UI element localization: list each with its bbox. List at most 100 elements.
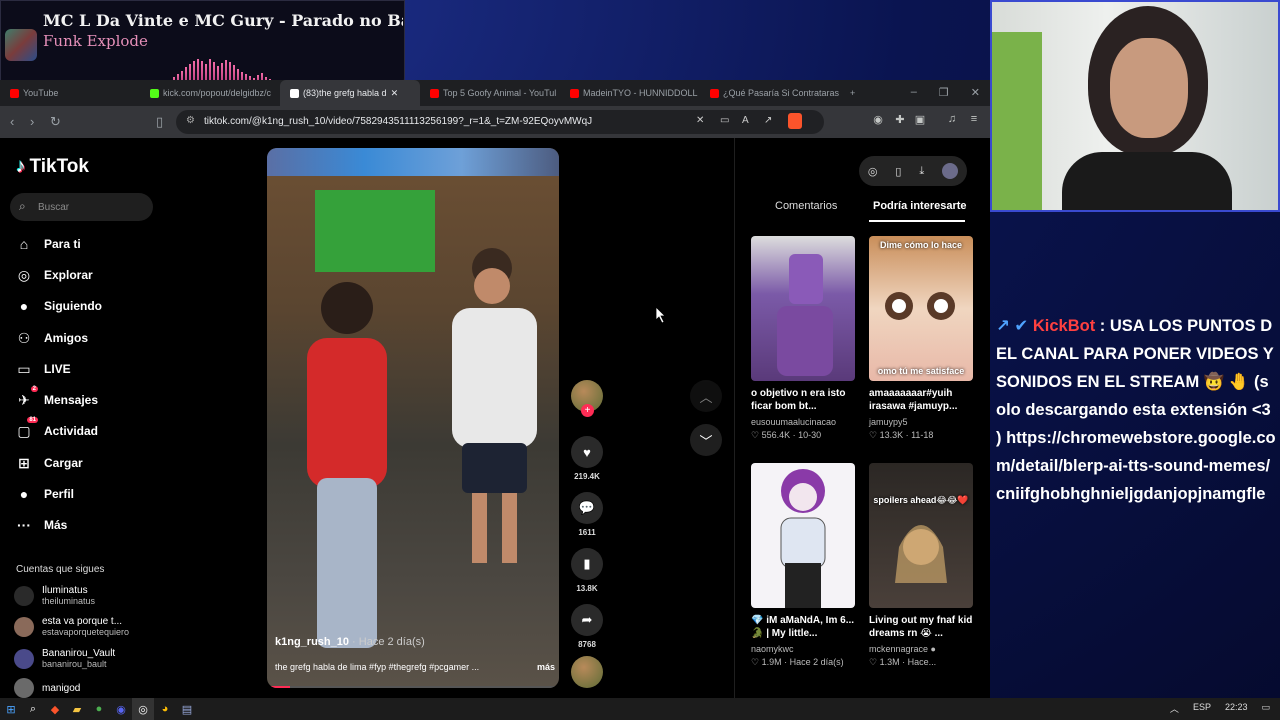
caption-more-link[interactable]: más (537, 662, 555, 672)
download-icon[interactable]: ⤓ (919, 165, 924, 178)
video-thumbnail[interactable]: Dime cómo lo hace omo tú me satisface (869, 236, 973, 381)
video-scene-roof (267, 148, 559, 176)
following-account[interactable]: manigod (14, 678, 80, 698)
suggested-video-card[interactable]: 💎 iM aMaNdA, Im 6... 🐊 | My little... na… (751, 463, 855, 668)
comment-icon[interactable]: 💬 (571, 492, 603, 524)
sidebar-item[interactable]: ⌂ Para ti (16, 234, 81, 254)
video-player[interactable]: k1ng_rush_10 · Hace 2 día(s) the grefg h… (267, 148, 559, 688)
follow-plus-icon[interactable]: + (581, 404, 594, 417)
close-window-icon[interactable]: ✕ (971, 86, 980, 99)
browser-tab[interactable]: MadeinTYO - HUNNIDDOLL (560, 80, 700, 106)
video-actions-bar: ◎ ▯ ⤓ (859, 156, 967, 186)
tiktok-logo[interactable]: ♪ TikTok (16, 156, 89, 178)
browser-tab[interactable]: YouTube (0, 80, 140, 106)
chrome-icon[interactable]: ◕ (154, 698, 176, 720)
sidebar-item[interactable]: ▭ LIVE (16, 359, 70, 379)
card-user[interactable]: jamuypy5 (869, 417, 973, 427)
bookmark-icon[interactable]: ▮ (571, 548, 603, 580)
address-bar[interactable]: ⚙ tiktok.com/@k1ng_rush_10/video/7582943… (176, 110, 824, 134)
sidebar-icon[interactable]: ▣ (912, 113, 928, 129)
sidebar-item[interactable]: ✈ 2 Mensajes (16, 385, 98, 410)
thumbnail-overlay-text: omo tú me satisface (877, 366, 965, 376)
tab-suggested[interactable]: Podría interesarte (873, 200, 967, 212)
sidebar-item[interactable]: ◎ Explorar (16, 265, 93, 285)
forward-icon[interactable]: › (30, 114, 34, 129)
suggested-video-card[interactable]: spoilers ahead😂😂❤️ Living out my fnaf ki… (869, 463, 973, 668)
card-user[interactable]: eusouumaalucinacao (751, 417, 855, 427)
app-icon-green[interactable]: ● (88, 698, 110, 720)
minimize-icon[interactable]: – (911, 86, 917, 99)
video-thumbnail[interactable]: spoilers ahead😂😂❤️ (869, 463, 973, 608)
sidebar-item[interactable]: ⊞ Cargar (16, 453, 83, 473)
video-thumbnail[interactable] (751, 236, 855, 381)
suggested-video-card[interactable]: o objetivo n era isto ficar bom bt... eu… (751, 236, 855, 441)
track-artist: Funk Explode (43, 32, 148, 50)
following-account[interactable]: Iluminatus theiluminatus (14, 585, 95, 606)
share-action[interactable]: ➦ 8768 (570, 604, 604, 649)
windows-start-icon[interactable]: ⊞ (0, 698, 22, 720)
menu-icon[interactable]: ≡ (966, 113, 982, 129)
notepad-icon[interactable]: ▤ (176, 698, 198, 720)
tiktok-icon (290, 88, 299, 98)
sidebar-item[interactable]: ⚇ Amigos (16, 328, 88, 348)
save-action[interactable]: ▮ 13.8K (570, 548, 604, 593)
browser-tab-active[interactable]: (83)the grefg habla d ✕ (280, 80, 420, 106)
tab-comments[interactable]: Comentarios (775, 200, 837, 212)
account-text: manigod (42, 683, 80, 694)
suggested-video-card[interactable]: Dime cómo lo hace omo tú me satisface am… (869, 236, 973, 441)
card-user[interactable]: naomykwc (751, 644, 855, 654)
puzzle-icon[interactable]: ✚ (892, 113, 908, 129)
file-explorer-icon[interactable]: ▰ (66, 698, 88, 720)
search-input[interactable]: ⌕ Buscar (10, 193, 153, 221)
browser-tab[interactable]: kick.com/popout/delgidbz/c (140, 80, 280, 106)
browser-tab[interactable]: Top 5 Goofy Animal - YouTul (420, 80, 560, 106)
share-icon[interactable]: ↗ (764, 115, 772, 126)
site-info-icon[interactable]: ⚙ (186, 115, 195, 126)
sound-disc[interactable] (570, 656, 604, 688)
brave-shield-icon[interactable] (788, 113, 802, 129)
maximize-icon[interactable]: ❐ (939, 86, 949, 99)
bookmark-icon[interactable]: ▯ (156, 114, 163, 130)
extension-icon[interactable]: ◉ (870, 113, 886, 129)
browser-tab[interactable]: ¿Qué Pasaría Si Contrataras (700, 80, 840, 106)
media-icon[interactable]: ♫ (944, 113, 960, 129)
card-title: o objetivo n era isto ficar bom bt... (751, 388, 846, 412)
card-user[interactable]: mckennagrace ● (869, 644, 973, 654)
obs-icon[interactable]: ◎ (132, 698, 154, 720)
user-avatar[interactable] (942, 163, 959, 179)
tray-chevron-icon[interactable]: ︿ (1170, 702, 1179, 715)
translate-icon[interactable]: A (742, 115, 749, 126)
following-account[interactable]: Bananirou_Vault bananirou_bault (14, 648, 115, 669)
following-account[interactable]: esta va porque t... estavaporquetequiero (14, 616, 129, 637)
clock[interactable]: 22:23 (1225, 702, 1248, 715)
previous-video-button[interactable]: ︿ (690, 380, 722, 412)
sidebar-item[interactable]: ▢ 81 Actividad (16, 416, 98, 441)
share-arrow-icon[interactable]: ➦ (571, 604, 603, 636)
cast-icon[interactable]: ▭ (720, 115, 729, 126)
sidebar-item[interactable]: ● Perfil (16, 484, 74, 504)
back-icon[interactable]: ‹ (10, 114, 14, 129)
mute-icon[interactable]: ✕ (696, 115, 704, 126)
video-progress-bar[interactable] (267, 686, 559, 688)
heart-icon[interactable]: ♥ (571, 436, 603, 468)
video-author[interactable]: k1ng_rush_10 · Hace 2 día(s) (275, 636, 425, 648)
sidebar-item[interactable]: ● Siguiendo (16, 296, 102, 316)
sidebar-item[interactable]: ··· Más (16, 515, 67, 535)
account-text: Bananirou_Vault bananirou_bault (42, 648, 115, 669)
language-indicator[interactable]: ESP (1193, 702, 1211, 715)
comment-action[interactable]: 💬 1611 (570, 492, 604, 537)
video-thumbnail[interactable] (751, 463, 855, 608)
search-icon[interactable]: ⌕ (22, 698, 44, 720)
phone-icon[interactable]: ▯ (895, 165, 901, 178)
like-action[interactable]: ♥ 219.4K (570, 436, 604, 481)
creator-avatar[interactable]: + (570, 380, 604, 417)
settings-icon[interactable]: ◎ (868, 165, 878, 178)
notification-icon[interactable]: ▭ (1261, 702, 1270, 715)
tab-close-icon[interactable]: ✕ (391, 88, 399, 99)
reload-icon[interactable]: ↻ (50, 114, 61, 130)
discord-icon[interactable]: ◉ (110, 698, 132, 720)
next-video-button[interactable]: ﹀ (690, 424, 722, 456)
new-tab-button[interactable]: + (840, 80, 870, 106)
brave-icon[interactable]: ◆ (44, 698, 66, 720)
sidebar-item-label: Más (44, 518, 68, 532)
